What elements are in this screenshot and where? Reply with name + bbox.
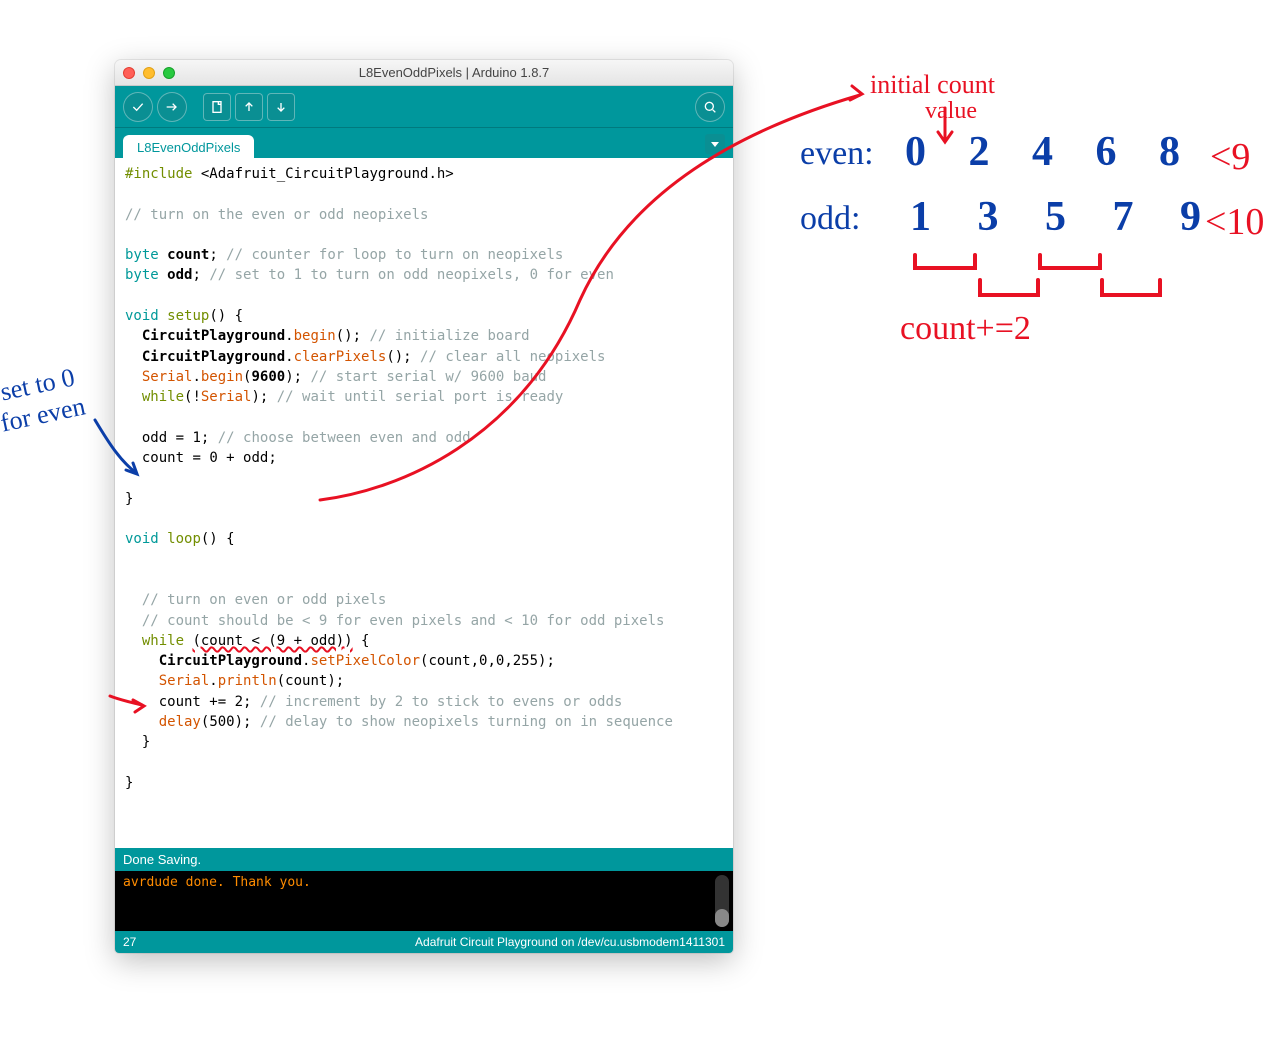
titlebar[interactable]: L8EvenOddPixels | Arduino 1.8.7	[115, 60, 733, 86]
footer-bar: 27 Adafruit Circuit Playground on /dev/c…	[115, 931, 733, 953]
annotation-odd-nums: 1 3 5 7 9	[910, 193, 1219, 241]
board-info: Adafruit Circuit Playground on /dev/cu.u…	[415, 935, 725, 949]
annotation-set-to-0: set to 0	[0, 363, 77, 408]
toolbar	[115, 86, 733, 128]
annotation-odd-label: odd:	[800, 200, 860, 238]
new-button[interactable]	[203, 93, 231, 121]
console[interactable]: avrdude done. Thank you.	[115, 871, 733, 931]
close-icon[interactable]	[123, 67, 135, 79]
open-button[interactable]	[235, 93, 263, 121]
line-number: 27	[123, 935, 136, 949]
annotation-initial-count: initial count	[870, 70, 995, 100]
annotation-odd-lt: <10	[1205, 200, 1264, 244]
save-button[interactable]	[267, 93, 295, 121]
annotation-even-lt: <9	[1210, 135, 1250, 179]
verify-button[interactable]	[123, 92, 153, 122]
annotation-even-label: even:	[800, 135, 874, 173]
upload-button[interactable]	[157, 92, 187, 122]
sketch-tab[interactable]: L8EvenOddPixels	[123, 135, 254, 159]
window-title: L8EvenOddPixels | Arduino 1.8.7	[183, 65, 725, 80]
zoom-icon[interactable]	[163, 67, 175, 79]
status-bar: Done Saving.	[115, 848, 733, 871]
arduino-window: L8EvenOddPixels | Arduino 1.8.7 L8EvenOd…	[115, 60, 733, 953]
code-editor[interactable]: #include <Adafruit_CircuitPlayground.h> …	[115, 158, 733, 848]
console-scrollbar[interactable]	[715, 875, 729, 927]
tab-bar: L8EvenOddPixels	[115, 128, 733, 158]
annotation-value: value	[925, 98, 977, 125]
annotation-for-even: for even	[0, 391, 88, 438]
minimize-icon[interactable]	[143, 67, 155, 79]
tab-menu-button[interactable]	[705, 134, 725, 154]
console-output: avrdude done. Thank you.	[123, 875, 311, 890]
window-controls	[123, 67, 175, 79]
annotation-count-plus: count+=2	[900, 310, 1031, 348]
serial-monitor-button[interactable]	[695, 92, 725, 122]
annotation-even-nums: 0 2 4 6 8	[905, 128, 1196, 176]
